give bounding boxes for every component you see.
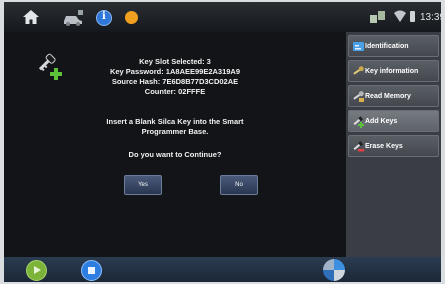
play-icon[interactable] (26, 260, 47, 281)
pinwheel-icon[interactable] (322, 258, 346, 282)
erase-key-icon (353, 141, 364, 152)
yes-button[interactable]: Yes (124, 175, 162, 195)
sidebar-item-label: Add Keys (365, 118, 398, 125)
info-icon[interactable] (96, 10, 112, 26)
device-screen: 13:39 Key Slot Selected: 3 Key Password:… (4, 2, 441, 282)
sidebar-item-identification[interactable]: Identification (348, 35, 439, 57)
instruction-line: Insert a Blank Silca Key into the Smart (106, 117, 244, 126)
sidebar-item-label: Erase Keys (365, 143, 403, 150)
add-key-icon (353, 116, 364, 128)
status-bar: 13:39 (4, 2, 441, 32)
face-icon[interactable] (125, 11, 138, 24)
no-button[interactable]: No (220, 175, 258, 195)
key-password-text: Key Password: 1A8AEE99E2A319A9 (109, 67, 241, 76)
sidebar-item-label: Key information (365, 68, 419, 75)
counter-text: Counter: 02FFFE (144, 87, 206, 96)
bottom-bar (4, 257, 441, 282)
clock: 13:39 (420, 12, 441, 23)
sidebar-item-add-keys[interactable]: Add Keys (348, 110, 439, 132)
sidebar-item-key-information[interactable]: Key information (348, 60, 439, 82)
key-memory-icon (353, 91, 364, 102)
wifi-icon (394, 10, 406, 22)
sidebar-item-label: Identification (365, 43, 409, 50)
instruction-line: Programmer Base. (141, 127, 209, 136)
key-info-icon (353, 66, 364, 75)
sidebar-item-read-memory[interactable]: Read Memory (348, 85, 439, 107)
sidebar-item-erase-keys[interactable]: Erase Keys (348, 135, 439, 157)
battery-icon (410, 11, 415, 22)
key-info-block: Key Slot Selected: 3 Key Password: 1A8AE… (4, 57, 346, 97)
stop-icon[interactable] (81, 260, 102, 281)
home-icon[interactable] (22, 8, 40, 26)
source-hash-text: Source Hash: 7E6D8B77D3CD02AE (111, 77, 239, 86)
main-panel: Key Slot Selected: 3 Key Password: 1A8AE… (4, 32, 346, 257)
sidebar-item-label: Read Memory (365, 93, 411, 100)
sidebar-menu: Identification Key information Read Memo… (346, 32, 441, 257)
network-icon (370, 11, 385, 23)
id-card-icon (353, 42, 364, 51)
key-slot-text: Key Slot Selected: 3 (139, 57, 211, 66)
instruction-text: Insert a Blank Silca Key into the Smart … (4, 117, 346, 137)
continue-question: Do you want to Continue? (128, 150, 222, 159)
car-icon[interactable] (62, 9, 84, 27)
